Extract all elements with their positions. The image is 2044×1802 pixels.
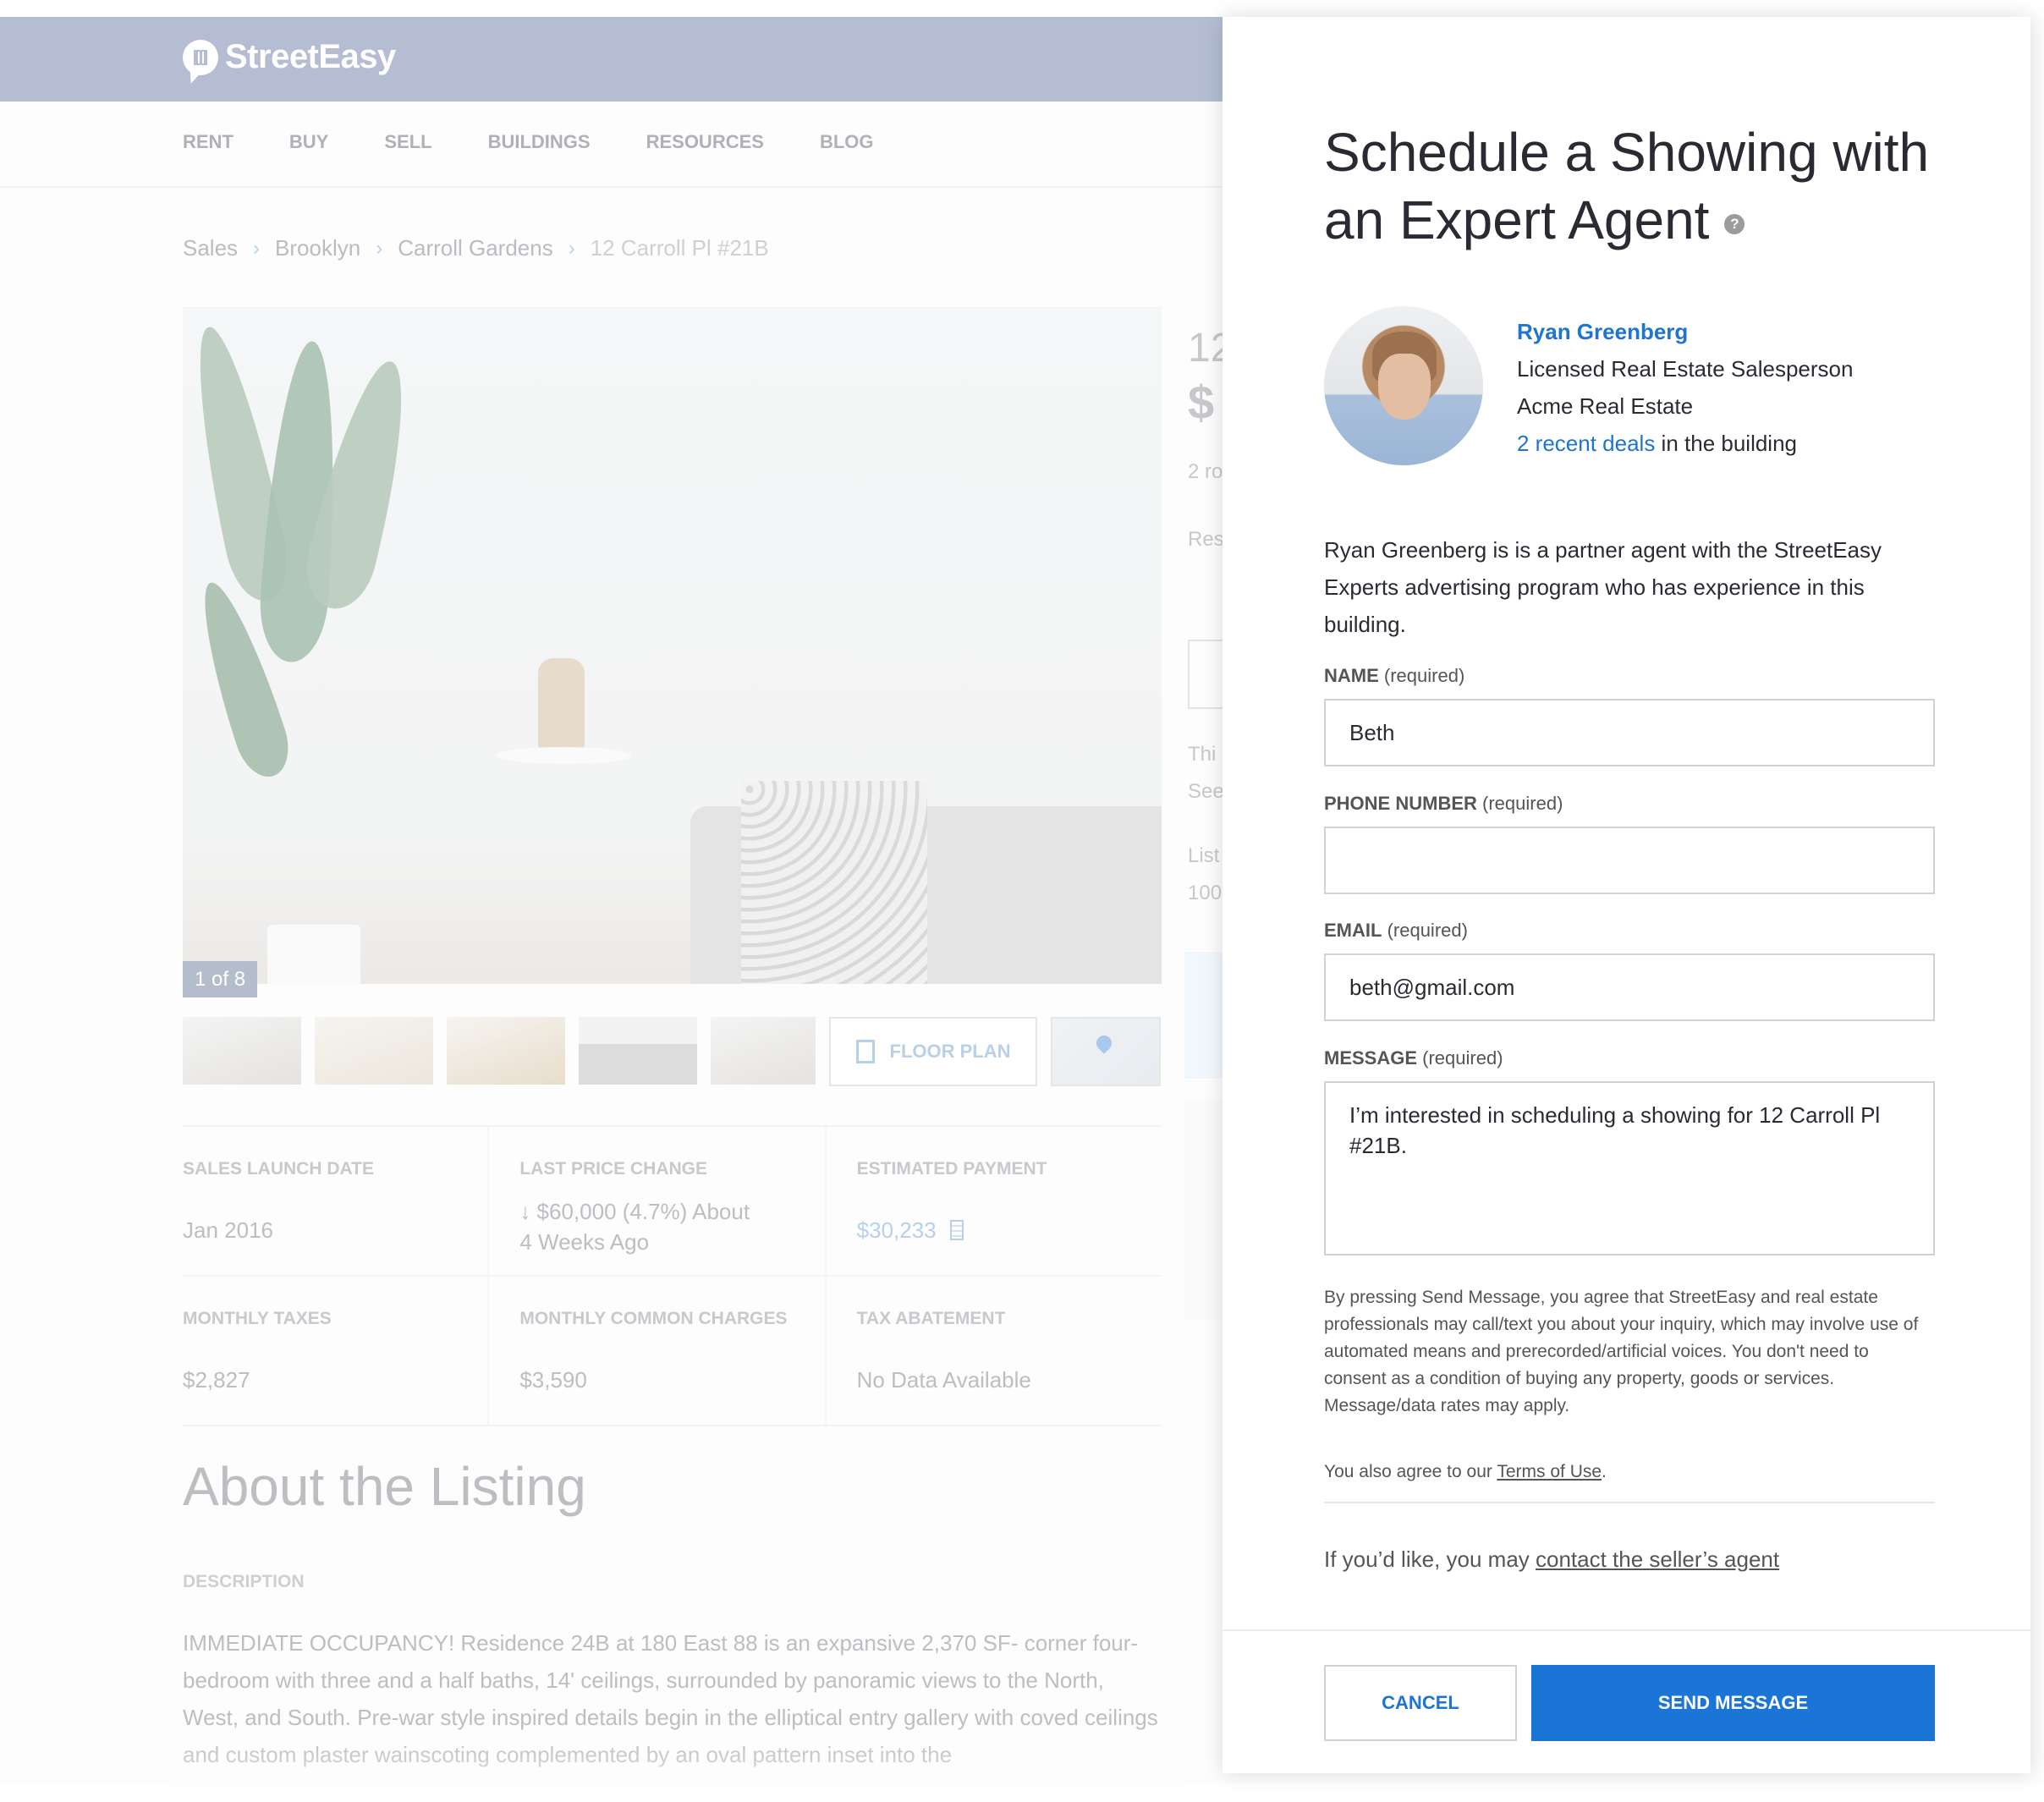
contact-seller-notice: If you’d like, you may contact the selle… (1324, 1547, 1780, 1572)
breadcrumb: Sales › Brooklyn › Carroll Gardens › 12 … (183, 235, 769, 261)
agent-info: Ryan Greenberg Licensed Real Estate Sale… (1517, 306, 1853, 465)
chevron-right-icon: › (253, 236, 261, 260)
vase (538, 658, 585, 751)
nav-buildings[interactable]: BUILDINGS (488, 131, 591, 153)
modal-title: Schedule a Showing with an Expert Agent? (1324, 122, 1930, 250)
nav-sell[interactable]: SELL (384, 131, 431, 153)
message-label: MESSAGE (required) (1324, 1047, 1503, 1069)
agent-card: Ryan Greenberg Licensed Real Estate Sale… (1324, 306, 1853, 465)
throw-blanket (741, 781, 927, 984)
thumbnail[interactable] (579, 1017, 697, 1085)
breadcrumb-carroll-gardens[interactable]: Carroll Gardens (398, 235, 553, 261)
nav-rent[interactable]: RENT (183, 131, 234, 153)
chevron-right-icon: › (376, 236, 383, 260)
nav-buy[interactable]: BUY (289, 131, 328, 153)
plant-pot (267, 925, 360, 984)
nav-divider (0, 186, 1227, 188)
fact-estimated-payment: ESTIMATED PAYMENT $30,233 (856, 1159, 1047, 1243)
nav-resources[interactable]: RESOURCES (646, 131, 764, 153)
streeteasy-logo[interactable]: StreetEasy (183, 38, 396, 76)
name-label: NAME (required) (1324, 665, 1465, 686)
photo-counter: 1 of 8 (183, 961, 258, 997)
description-fade (169, 1734, 1184, 1802)
fact-sales-launch-date: SALES LAUNCH DATE Jan 2016 (183, 1127, 490, 1275)
fact-last-price-change: LAST PRICE CHANGE ↓ $60,000 (4.7%) About… (489, 1127, 827, 1275)
agent-bio: Ryan Greenberg is is a partner agent wit… (1324, 537, 1882, 637)
email-label: EMAIL (required) (1324, 920, 1468, 941)
building-bubble-icon (183, 39, 218, 75)
recent-deals-link[interactable]: 2 recent deals (1517, 431, 1655, 456)
send-message-button[interactable]: SEND MESSAGE (1531, 1665, 1935, 1741)
fact-monthly-taxes: MONTHLY TAXES $2,827 (183, 1277, 490, 1425)
site-header: StreetEasy (0, 17, 1227, 102)
thumbnail[interactable] (711, 1017, 816, 1085)
estimated-payment-link[interactable]: $30,233 (857, 1217, 937, 1243)
divider (1324, 1502, 1935, 1503)
terms-notice: You also agree to our Terms of Use. (1324, 1462, 1607, 1481)
breadcrumb-brooklyn[interactable]: Brooklyn (275, 235, 360, 261)
terms-of-use-link[interactable]: Terms of Use (1497, 1462, 1602, 1481)
footer-divider (1223, 1629, 2030, 1631)
facts-row: MONTHLY TAXES $2,827 MONTHLY COMMON CHAR… (183, 1275, 1162, 1426)
message-textarea[interactable]: I’m interested in scheduling a showing f… (1324, 1081, 1935, 1255)
main-nav: RENT BUY SELL BUILDINGS RESOURCES BLOG (183, 131, 874, 153)
about-listing-heading: About the Listing (183, 1456, 586, 1517)
calculator-icon[interactable] (949, 1220, 964, 1240)
floor-plan-icon (855, 1040, 875, 1063)
photo-thumbnails: FLOOR PLAN (183, 1017, 1161, 1086)
agent-title: Licensed Real Estate Salesperson (1517, 356, 1854, 382)
facts-row: SALES LAUNCH DATE Jan 2016 LAST PRICE CH… (183, 1125, 1162, 1275)
listing-facts-table: SALES LAUNCH DATE Jan 2016 LAST PRICE CH… (183, 1125, 1162, 1426)
schedule-showing-modal: Schedule a Showing with an Expert Agent?… (1223, 17, 2030, 1773)
thumbnail[interactable] (447, 1017, 565, 1085)
main-listing-photo[interactable] (183, 307, 1162, 984)
consent-disclaimer: By pressing Send Message, you agree that… (1324, 1288, 1919, 1415)
breadcrumb-sales[interactable]: Sales (183, 235, 238, 261)
floor-plan-button[interactable]: FLOOR PLAN (829, 1017, 1037, 1086)
agent-company: Acme Real Estate (1517, 393, 1694, 419)
fact-monthly-common-charges: MONTHLY COMMON CHARGES $3,590 (489, 1277, 827, 1425)
nav-blog[interactable]: BLOG (820, 131, 874, 153)
listing-notes-peek: Thi See List 100 (1188, 743, 1224, 904)
chevron-right-icon: › (568, 236, 575, 260)
thumbnail[interactable] (315, 1017, 433, 1085)
description-label: DESCRIPTION (183, 1572, 305, 1591)
thumbnail[interactable] (183, 1017, 301, 1085)
agent-name-link[interactable]: Ryan Greenberg (1517, 313, 1853, 350)
agent-deals: 2 recent deals in the building (1517, 431, 1798, 456)
breadcrumb-current: 12 Carroll Pl #21B (590, 235, 769, 261)
email-input[interactable] (1324, 953, 1935, 1021)
phone-input[interactable] (1324, 827, 1935, 894)
contact-seller-agent-link[interactable]: contact the seller’s agent (1536, 1547, 1779, 1572)
phone-label: PHONE NUMBER (required) (1324, 793, 1563, 814)
fact-tax-abatement: TAX ABATEMENT No Data Available (856, 1309, 1031, 1393)
logo-text: StreetEasy (225, 38, 396, 75)
cancel-button[interactable]: CANCEL (1324, 1665, 1517, 1741)
agent-avatar (1324, 306, 1483, 465)
map-thumbnail[interactable] (1051, 1017, 1161, 1086)
floor-plan-label: FLOOR PLAN (889, 1041, 1011, 1062)
help-icon[interactable]: ? (1724, 214, 1745, 234)
map-pin-icon (1093, 1032, 1115, 1054)
side-table (496, 747, 631, 764)
name-input[interactable] (1324, 699, 1935, 766)
